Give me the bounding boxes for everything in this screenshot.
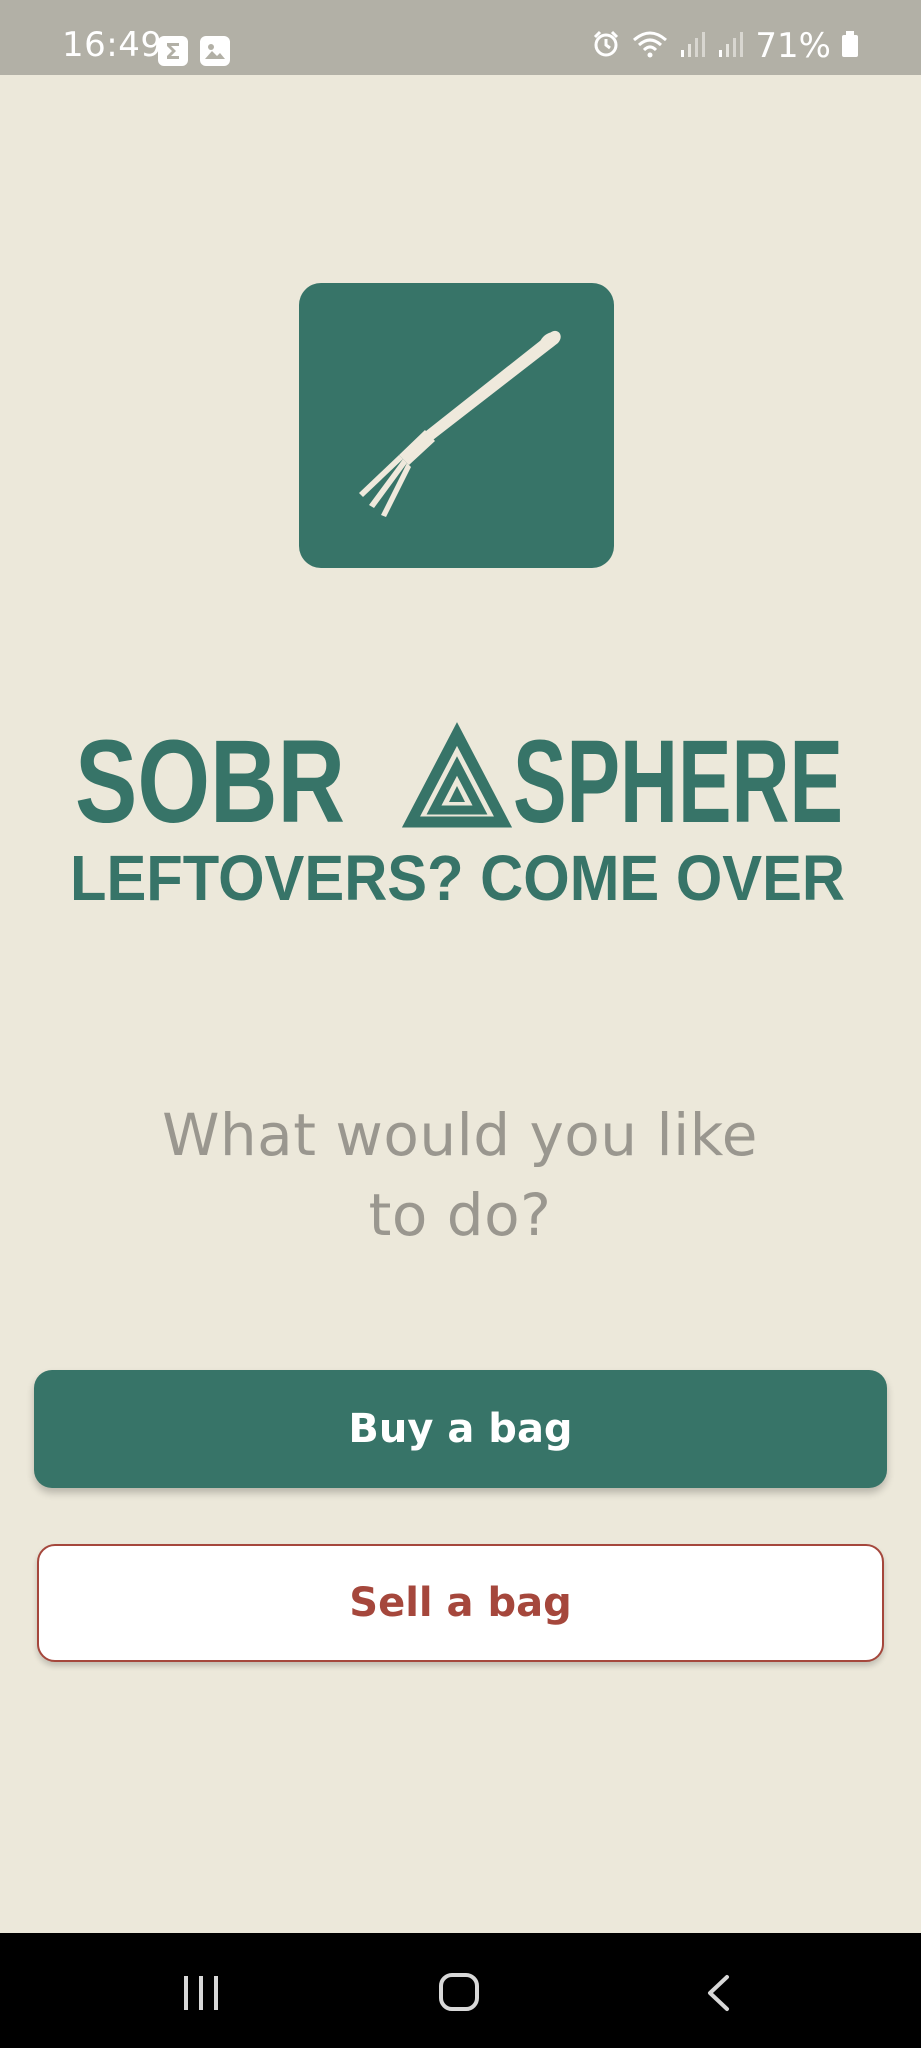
battery-percent: 71% — [755, 26, 831, 66]
brand-name-part1: SOBR — [75, 716, 345, 848]
alarm-icon — [591, 29, 621, 63]
buy-bag-button[interactable]: Buy a bag — [34, 1370, 887, 1488]
triangle-logo-mark — [401, 722, 513, 828]
home-icon[interactable] — [426, 1958, 492, 2024]
prompt-line-2: to do? — [368, 1181, 552, 1249]
brand-name-part2: SPHERE — [513, 716, 843, 848]
sigma-notification-icon — [158, 36, 188, 66]
battery-icon — [841, 29, 859, 63]
status-time: 16:49 — [62, 25, 163, 65]
prompt-question: What would you like to do? — [110, 1095, 810, 1255]
wifi-icon — [631, 29, 669, 63]
app-logo — [299, 283, 614, 568]
status-icons: 71% — [591, 26, 859, 66]
prompt-line-1: What would you like — [162, 1101, 758, 1169]
back-icon[interactable] — [690, 1958, 750, 2018]
status-bar: 16:49 71% — [0, 0, 921, 75]
brand-wordmark: SOBR SPHERE LEFTOVERS? COME OVER — [70, 716, 845, 912]
brand-tagline: LEFTOVERS? COME OVER — [70, 842, 845, 912]
recent-apps-icon[interactable] — [170, 1958, 230, 2018]
fork-icon — [359, 330, 561, 517]
gallery-notification-icon — [200, 36, 230, 66]
navigation-bar — [0, 1933, 921, 2048]
sell-bag-button[interactable]: Sell a bag — [37, 1544, 884, 1662]
signal-icon — [679, 29, 707, 63]
signal-icon — [717, 29, 745, 63]
